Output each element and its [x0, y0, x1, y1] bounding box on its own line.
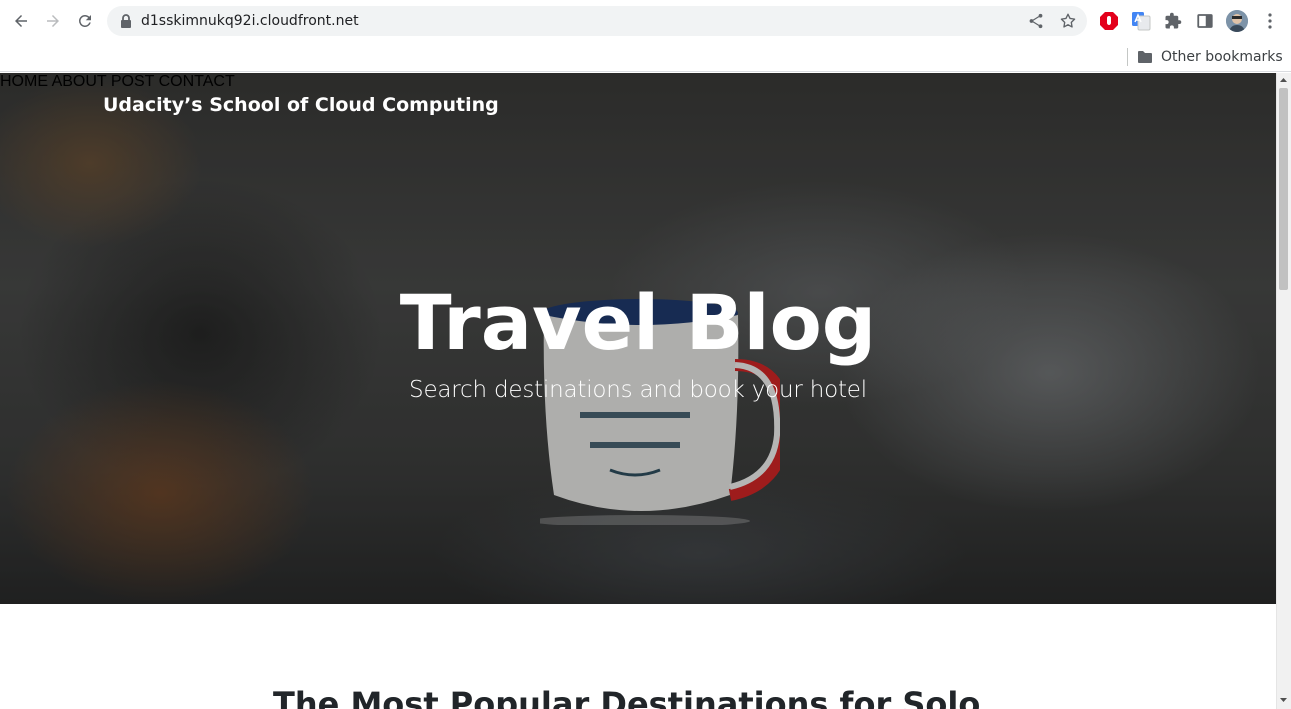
url-text: d1sskimnukq92i.cloudfront.net: [141, 13, 359, 29]
browser-menu-button[interactable]: [1260, 11, 1280, 31]
lock-icon: [121, 14, 131, 28]
browser-chrome: d1sskimnukq92i.cloudfront.net Other book…: [0, 0, 1291, 72]
bookmarks-bar: Other bookmarks: [0, 42, 1291, 72]
site-brand-link[interactable]: Udacity’s School of Cloud Computing: [103, 94, 499, 116]
side-panel-icon: [1197, 14, 1213, 28]
scrollbar-thumb[interactable]: [1279, 88, 1288, 290]
adblock-extension-icon: [1100, 12, 1118, 30]
adblock-extension-button[interactable]: [1099, 11, 1119, 31]
page-viewport: Udacity’s School of Cloud Computing HOME…: [0, 73, 1276, 709]
avatar[interactable]: [1226, 10, 1248, 32]
hero-title: Travel Blog: [399, 278, 877, 367]
bookmarks-separator: [1127, 48, 1128, 66]
section-title: The Most Popular Destinations for Solo: [273, 685, 981, 709]
back-arrow-icon: [15, 15, 27, 27]
profile-avatar-icon: [1226, 10, 1248, 32]
reload-button[interactable]: [72, 8, 98, 34]
translate-extension-icon: [1132, 12, 1151, 31]
reload-icon: [78, 14, 91, 27]
star-icon[interactable]: [1059, 12, 1077, 30]
translate-extension-button[interactable]: [1131, 11, 1151, 31]
side-panel-button[interactable]: [1195, 11, 1215, 31]
folder-icon: [1138, 51, 1152, 63]
forward-arrow-icon: [47, 15, 59, 27]
puzzle-icon: [1165, 12, 1182, 29]
hero-section: Udacity’s School of Cloud Computing HOME…: [0, 73, 1276, 604]
scroll-down-arrow-icon[interactable]: [1278, 695, 1289, 705]
share-icon[interactable]: [1027, 12, 1045, 30]
scroll-up-arrow-icon[interactable]: [1278, 75, 1289, 85]
forward-button[interactable]: [40, 8, 66, 34]
back-button[interactable]: [8, 8, 34, 34]
other-bookmarks-label: Other bookmarks: [1161, 49, 1283, 65]
hero-subtitle: Search destinations and book your hotel: [409, 377, 867, 403]
browser-toolbar: d1sskimnukq92i.cloudfront.net: [0, 0, 1291, 42]
other-bookmarks-button[interactable]: Other bookmarks: [1137, 46, 1283, 68]
kebab-menu-icon: [1268, 13, 1272, 29]
address-bar[interactable]: d1sskimnukq92i.cloudfront.net: [107, 6, 1087, 36]
extensions-button[interactable]: [1163, 11, 1183, 31]
